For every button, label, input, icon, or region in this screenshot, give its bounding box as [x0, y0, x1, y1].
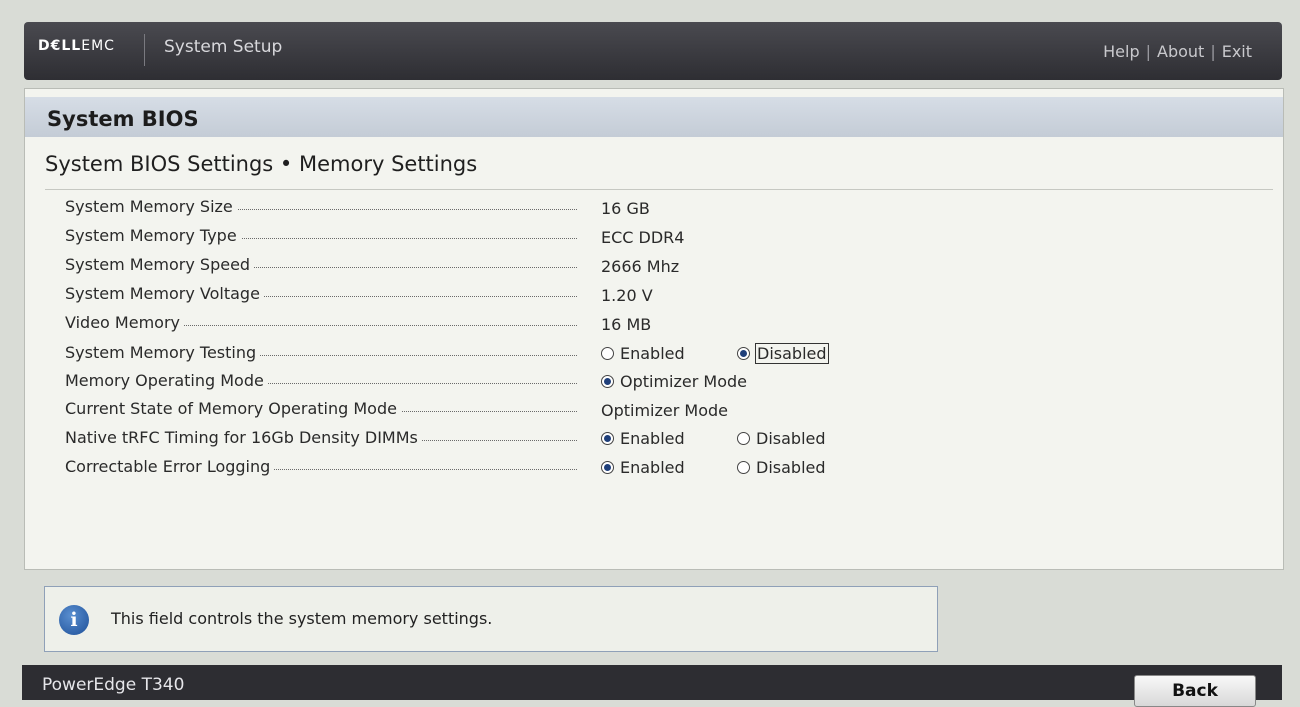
setting-row-memory-testing: System Memory Testing Enabled Disabled: [65, 341, 1265, 367]
optimizer-mode-radio[interactable]: Optimizer Mode: [601, 372, 747, 391]
setting-label: System Memory Size: [65, 197, 237, 216]
setting-row-memory-speed: System Memory Speed 2666 Mhz: [65, 253, 1265, 279]
panel-header: System BIOS: [25, 97, 1283, 137]
memory-testing-enabled-radio[interactable]: Enabled: [601, 344, 685, 363]
setting-row-current-operating-mode: Current State of Memory Operating Mode O…: [65, 397, 1265, 423]
radio-label: Enabled: [620, 429, 685, 448]
error-logging-enabled-radio[interactable]: Enabled: [601, 458, 685, 477]
radio-label: Disabled: [755, 343, 829, 364]
radio-selected-icon: [601, 375, 614, 388]
app-title: System Setup: [164, 37, 283, 57]
setting-row-memory-voltage: System Memory Voltage 1.20 V: [65, 282, 1265, 308]
about-link[interactable]: About: [1157, 42, 1204, 61]
setting-row-memory-type: System Memory Type ECC DDR4: [65, 224, 1265, 250]
setting-label: Video Memory: [65, 313, 184, 332]
back-button[interactable]: Back: [1134, 675, 1256, 707]
native-trfc-disabled-radio[interactable]: Disabled: [737, 429, 826, 448]
radio-unselected-icon: [737, 461, 750, 474]
radio-selected-icon: [601, 432, 614, 445]
setting-label: System Memory Speed: [65, 255, 255, 274]
system-model: PowerEdge T340: [42, 675, 185, 695]
top-bar: D€LLEMC System Setup Help | About | Exit: [24, 22, 1282, 80]
setting-label: Native tRFC Timing for 16Gb Density DIMM…: [65, 428, 422, 447]
radio-selected-icon: [737, 347, 750, 360]
setting-row-memory-size: System Memory Size 16 GB: [65, 195, 1265, 221]
help-text: This field controls the system memory se…: [111, 609, 493, 628]
radio-label: Disabled: [756, 458, 826, 477]
header-links: Help | About | Exit: [1103, 42, 1252, 61]
setting-label: System Memory Type: [65, 226, 241, 245]
breadcrumb: System BIOS Settings • Memory Settings: [45, 152, 478, 176]
help-link[interactable]: Help: [1103, 42, 1139, 61]
setting-label: System Memory Voltage: [65, 284, 264, 303]
radio-selected-icon: [601, 461, 614, 474]
settings-panel: System BIOS System BIOS Settings • Memor…: [24, 88, 1284, 570]
radio-unselected-icon: [601, 347, 614, 360]
panel-title: System BIOS: [47, 107, 199, 131]
exit-link[interactable]: Exit: [1222, 42, 1252, 61]
header-divider: [144, 34, 145, 66]
setting-value: 1.20 V: [601, 286, 653, 305]
error-logging-disabled-radio[interactable]: Disabled: [737, 458, 826, 477]
footer-bar: PowerEdge T340 Back: [22, 665, 1282, 707]
setting-row-correctable-error-logging: Correctable Error Logging Enabled Disabl…: [65, 455, 1265, 481]
link-separator: |: [1145, 42, 1151, 61]
radio-label: Enabled: [620, 458, 685, 477]
setting-row-native-trfc: Native tRFC Timing for 16Gb Density DIMM…: [65, 426, 1265, 452]
radio-label: Enabled: [620, 344, 685, 363]
link-separator: |: [1210, 42, 1216, 61]
radio-label: Optimizer Mode: [620, 372, 747, 391]
memory-testing-disabled-radio[interactable]: Disabled: [737, 343, 829, 364]
setting-value: ECC DDR4: [601, 228, 685, 247]
setting-row-video-memory: Video Memory 16 MB: [65, 311, 1265, 337]
setting-value: 16 MB: [601, 315, 652, 334]
setting-value: Optimizer Mode: [601, 401, 728, 420]
info-icon: i: [59, 605, 89, 635]
native-trfc-enabled-radio[interactable]: Enabled: [601, 429, 685, 448]
divider: [45, 189, 1273, 190]
setting-label: Memory Operating Mode: [65, 371, 268, 390]
setting-value: 2666 Mhz: [601, 257, 680, 276]
radio-label: Disabled: [756, 429, 826, 448]
dell-emc-logo: D€LLEMC: [38, 38, 115, 54]
radio-unselected-icon: [737, 432, 750, 445]
setting-label: System Memory Testing: [65, 343, 261, 362]
help-info-box: i This field controls the system memory …: [44, 586, 938, 652]
setting-row-operating-mode: Memory Operating Mode Optimizer Mode: [65, 369, 1265, 395]
setting-value: 16 GB: [601, 199, 650, 218]
setting-label: Current State of Memory Operating Mode: [65, 399, 401, 418]
setting-label: Correctable Error Logging: [65, 457, 275, 476]
